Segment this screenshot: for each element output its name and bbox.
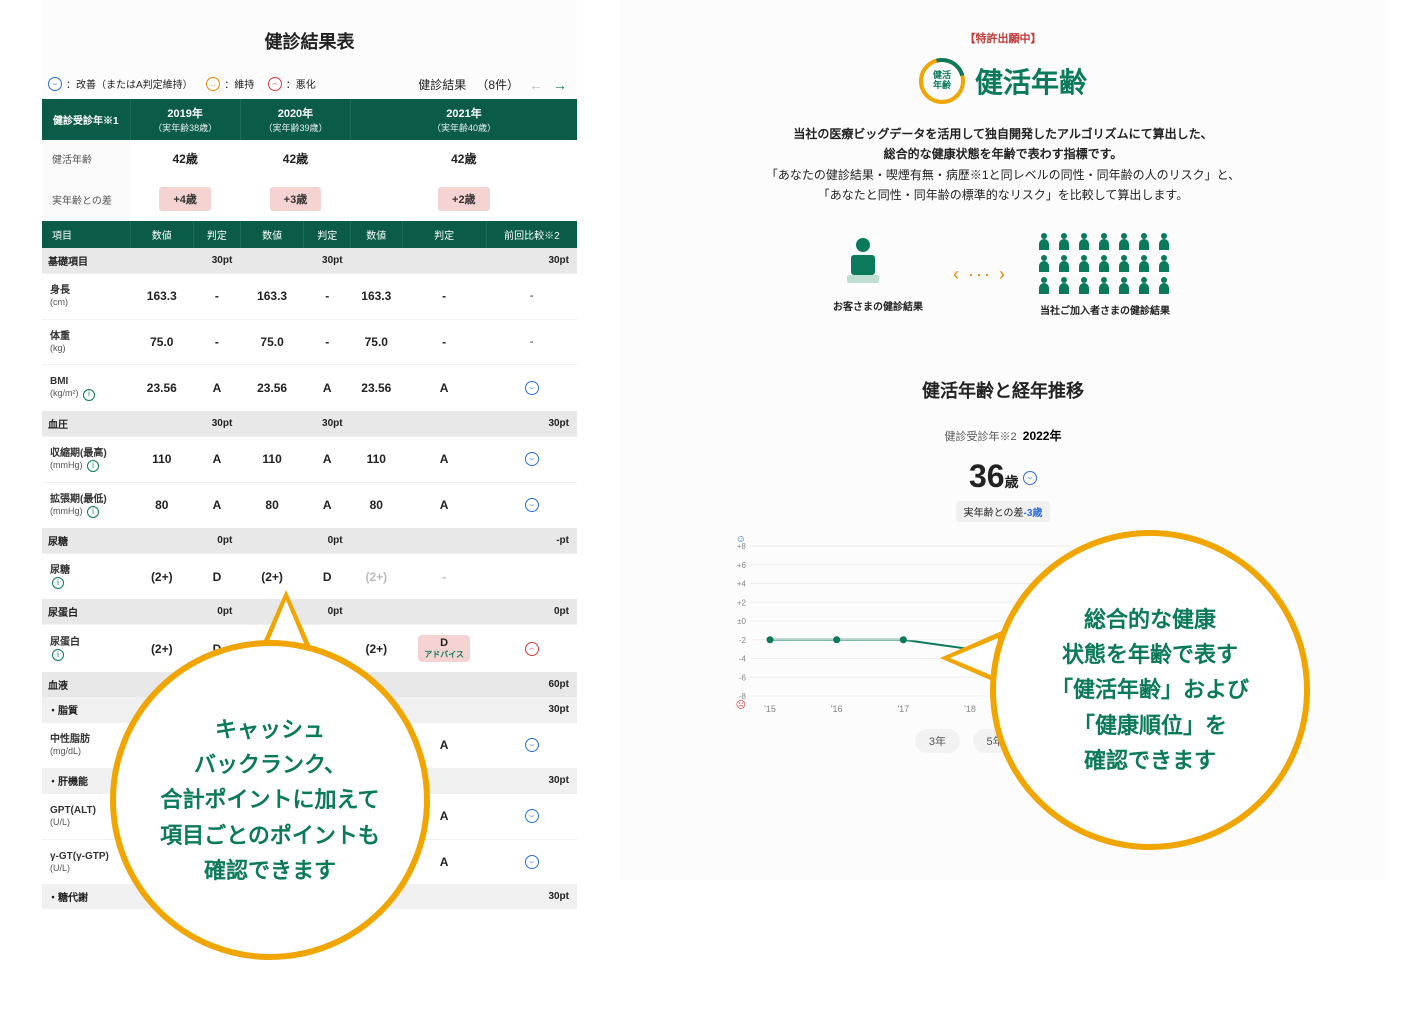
page-title: 健診結果表 [42, 0, 577, 72]
year-2021: 2021年（実年齢40歳） [351, 99, 577, 140]
svg-text:'18: '18 [964, 704, 976, 714]
next-arrow[interactable]: → [553, 77, 567, 93]
svg-text:'17: '17 [897, 704, 909, 714]
row-age-diff: 実年齢との差 [42, 177, 130, 221]
toggle-3y[interactable]: 3年 [915, 729, 960, 753]
chart-year: 健診受診年※2 2022年 [620, 421, 1386, 458]
diff-chip: 実年齢との差-3歳 [956, 501, 1051, 522]
patent-badge: 【特許出願中】 [620, 0, 1386, 46]
svg-text:+2: +2 [737, 598, 747, 607]
smile-icon: ⌣ [1023, 471, 1037, 485]
prev-arrow[interactable]: ← [529, 77, 543, 93]
big-age: 36歳 ⌣ 実年齢との差-3歳 [620, 458, 1386, 522]
compare-arrow-icon: ‹ ··· › [953, 264, 1007, 285]
callout-left-text: キャッシュバックランク、合計ポイントに加えて項目ごとのポイントも確認できます [160, 712, 380, 888]
svg-text:☹: ☹ [736, 699, 746, 711]
info-icon[interactable]: i [87, 460, 99, 472]
row-health-age: 健活年齢 [42, 140, 130, 177]
chart-title: 健活年齢と経年推移 [620, 337, 1386, 421]
info-icon[interactable]: i [52, 649, 64, 661]
callout-right-text: 総合的な健康状態を年齢で表す「健活年齢」および「健康順位」を確認できます [1051, 602, 1249, 778]
svg-text:☺: ☺ [736, 536, 746, 545]
advice-badge[interactable]: Dアドバイス [418, 635, 470, 662]
svg-text:'16: '16 [831, 704, 843, 714]
description: 当社の医療ビッグデータを活用して独自開発したアルゴリズムにて算出した、総合的な健… [620, 116, 1386, 222]
svg-text:-4: -4 [739, 654, 747, 663]
col-year-label: 健診受診年※1 [42, 99, 130, 140]
info-icon[interactable]: i [83, 389, 95, 401]
svg-text:+6: +6 [737, 560, 747, 569]
info-icon[interactable]: i [87, 506, 99, 518]
frown-icon: ⌢ [268, 77, 282, 91]
pager: 健診結果（8件） ← → [418, 76, 567, 93]
info-icon[interactable]: i [52, 577, 64, 589]
person-icon [833, 235, 893, 290]
svg-text:-6: -6 [739, 673, 747, 682]
neutral-icon: ‥ [206, 77, 220, 91]
callout-right: 総合的な健康状態を年齢で表す「健活年齢」および「健康順位」を確認できます [990, 530, 1310, 850]
brand-ring-icon: 健活年齢 [919, 58, 965, 104]
comparison-graphic: お客さまの健診結果 ‹ ··· › 当社ご加入者さまの健診結果 [620, 222, 1386, 337]
svg-text:-2: -2 [739, 635, 747, 644]
svg-text:+4: +4 [737, 579, 747, 588]
crowd-icon [1037, 232, 1173, 294]
svg-text:±0: ±0 [737, 617, 746, 626]
callout-left: キャッシュバックランク、合計ポイントに加えて項目ごとのポイントも確認できます [110, 640, 430, 960]
brand-text: 健活年齢 [975, 61, 1087, 101]
year-2020: 2020年（実年齢39歳） [240, 99, 350, 140]
smile-icon: ⌣ [48, 77, 62, 91]
year-2019: 2019年（実年齢38歳） [130, 99, 240, 140]
brand: 健活年齢 健活年齢 [620, 46, 1386, 116]
svg-text:'15: '15 [764, 704, 776, 714]
